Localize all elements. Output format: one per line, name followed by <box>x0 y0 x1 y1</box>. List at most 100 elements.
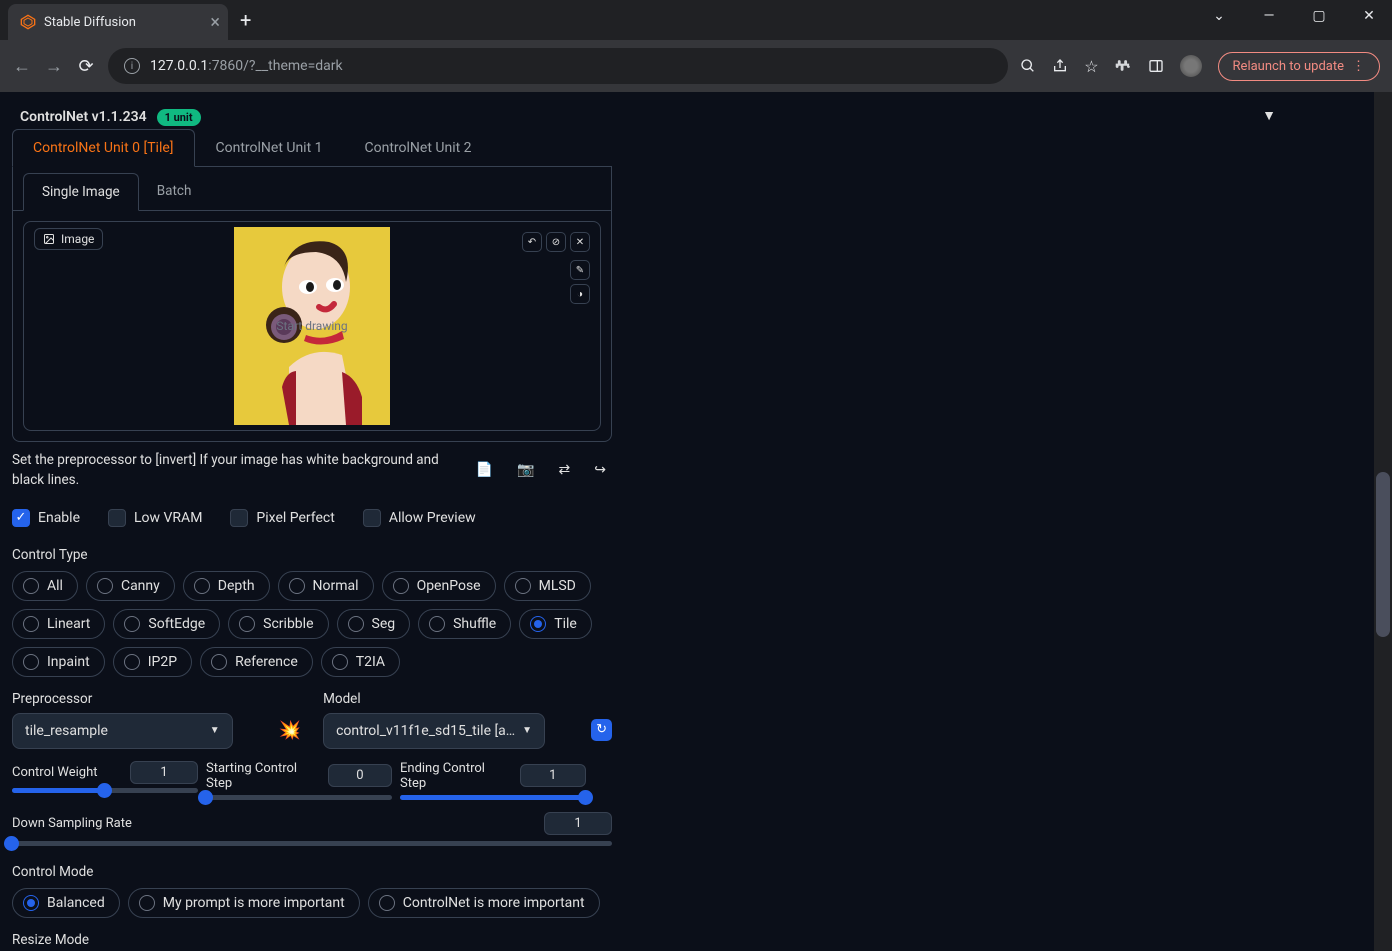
image-drop-area[interactable]: Image ↶ ⊘ ✕ ✎ ◑ <box>23 221 601 431</box>
new-tab-button[interactable]: + <box>240 8 251 32</box>
control-mode-option[interactable]: Balanced <box>12 888 120 918</box>
clear-icon[interactable]: ⊘ <box>546 232 566 252</box>
control-mode-option[interactable]: ControlNet is more important <box>368 888 600 918</box>
pixelperfect-checkbox[interactable]: Pixel Perfect <box>230 509 334 527</box>
edit-icon[interactable]: ✎ <box>570 260 590 280</box>
scrollbar-thumb[interactable] <box>1376 472 1390 637</box>
control-type-radios: All Canny Depth Normal OpenPose MLSD Lineart So… <box>12 571 612 677</box>
options-row: ✓Enable Low VRAM Pixel Perfect Allow Pre… <box>12 499 612 537</box>
reload-button[interactable]: ⟳ <box>76 56 96 77</box>
control-type-all[interactable]: All <box>12 571 78 601</box>
controlnet-panel-header[interactable]: ControlNet v1.1.234 1 unit ▼ <box>12 102 1284 129</box>
send-icon[interactable]: ↪ <box>594 462 606 478</box>
control-type-lineart[interactable]: Lineart <box>12 609 105 639</box>
extensions-icon[interactable] <box>1115 58 1132 75</box>
control-type-t2ia[interactable]: T2IA <box>321 647 400 677</box>
control-weight-value[interactable]: 1 <box>130 761 198 784</box>
preprocessor-dropdown[interactable]: tile_resample▼ <box>12 713 233 749</box>
control-type-openpose[interactable]: OpenPose <box>382 571 496 601</box>
radio-icon <box>530 616 546 632</box>
share-icon[interactable] <box>1052 58 1068 74</box>
radio-label: MLSD <box>539 578 576 594</box>
lowvram-checkbox[interactable]: Low VRAM <box>108 509 202 527</box>
refresh-models-button[interactable]: ↻ <box>591 719 612 741</box>
zoom-icon[interactable] <box>1020 58 1036 74</box>
relaunch-button[interactable]: Relaunch to update⋮ <box>1218 52 1380 81</box>
control-type-inpaint[interactable]: Inpaint <box>12 647 105 677</box>
control-type-ip2p[interactable]: IP2P <box>113 647 192 677</box>
close-window-icon[interactable]: ✕ <box>1354 8 1384 24</box>
control-type-mlsd[interactable]: MLSD <box>504 571 591 601</box>
bookmark-icon[interactable]: ☆ <box>1084 57 1098 76</box>
app-icon <box>20 14 36 30</box>
radio-label: All <box>47 578 63 594</box>
control-type-softedge[interactable]: SoftEdge <box>113 609 220 639</box>
radio-label: SoftEdge <box>148 616 205 632</box>
tab-single-image[interactable]: Single Image <box>23 173 139 211</box>
webcam-icon[interactable]: 📷 <box>517 462 534 478</box>
radio-label: Seg <box>372 616 396 632</box>
slider-track[interactable] <box>206 795 392 800</box>
start-step-value[interactable]: 0 <box>328 764 392 787</box>
site-info-icon[interactable]: i <box>124 58 140 74</box>
uploaded-image[interactable]: Start drawing <box>234 227 390 425</box>
control-weight-label: Control Weight <box>12 765 98 780</box>
tab-bar: Stable Diffusion × + ⌄ — ▢ ✕ <box>0 0 1392 40</box>
allowpreview-label: Allow Preview <box>389 510 476 526</box>
panel-title-wrap: ControlNet v1.1.234 1 unit <box>20 106 201 125</box>
model-dropdown[interactable]: control_v11f1e_sd15_tile [a371b31b]▼ <box>323 713 545 749</box>
tab-batch[interactable]: Batch <box>139 173 210 210</box>
radio-icon <box>97 578 113 594</box>
close-tab-icon[interactable]: × <box>210 12 220 33</box>
browser-tab[interactable]: Stable Diffusion × <box>8 4 228 40</box>
radio-icon <box>239 616 255 632</box>
control-type-tile[interactable]: Tile <box>519 609 592 639</box>
color-icon[interactable]: ◑ <box>570 284 590 304</box>
collapse-icon[interactable]: ▼ <box>1262 107 1276 124</box>
control-type-normal[interactable]: Normal <box>278 571 374 601</box>
end-step-value[interactable]: 1 <box>520 764 586 787</box>
radio-label: Shuffle <box>453 616 496 632</box>
side-panel-icon[interactable] <box>1148 58 1164 74</box>
scrollbar-track[interactable] <box>1374 92 1392 951</box>
maximize-icon[interactable]: ▢ <box>1304 8 1334 24</box>
radio-label: ControlNet is more important <box>403 895 585 911</box>
undo-icon[interactable]: ↶ <box>522 232 542 252</box>
url-bar[interactable]: i 127.0.0.1:7860/?__theme=dark <box>108 48 1008 84</box>
control-type-depth[interactable]: Depth <box>183 571 270 601</box>
radio-icon <box>289 578 305 594</box>
radio-icon <box>194 578 210 594</box>
radio-icon <box>393 578 409 594</box>
tab-unit-2[interactable]: ControlNet Unit 2 <box>344 129 493 166</box>
model-label: Model <box>323 691 545 707</box>
remove-image-icon[interactable]: ✕ <box>570 232 590 252</box>
downsample-value[interactable]: 1 <box>544 812 612 835</box>
forward-button[interactable]: → <box>44 56 64 77</box>
slider-track[interactable] <box>400 795 586 800</box>
back-button[interactable]: ← <box>12 56 32 77</box>
tab-unit-1[interactable]: ControlNet Unit 1 <box>195 129 344 166</box>
checkbox-icon <box>363 509 381 527</box>
profile-avatar[interactable] <box>1180 55 1202 77</box>
tab-unit-0[interactable]: ControlNet Unit 0 [Tile] <box>12 129 195 167</box>
control-type-reference[interactable]: Reference <box>200 647 313 677</box>
controlnet-panel: ControlNet Unit 0 [Tile] ControlNet Unit… <box>12 129 612 951</box>
control-type-seg[interactable]: Seg <box>337 609 411 639</box>
swap-icon[interactable]: ⇄ <box>559 462 571 478</box>
dropdown-tabs-icon[interactable]: ⌄ <box>1204 8 1234 24</box>
enable-checkbox[interactable]: ✓Enable <box>12 509 80 527</box>
radio-label: T2IA <box>356 654 385 670</box>
new-canvas-icon[interactable]: 📄 <box>476 462 493 478</box>
control-type-shuffle[interactable]: Shuffle <box>418 609 511 639</box>
control-type-scribble[interactable]: Scribble <box>228 609 328 639</box>
slider-track[interactable] <box>12 841 612 846</box>
run-preprocessor-icon[interactable]: 💥 <box>279 720 301 749</box>
control-mode-option[interactable]: My prompt is more important <box>128 888 360 918</box>
image-icon <box>43 233 55 245</box>
minimize-icon[interactable]: — <box>1254 8 1284 24</box>
radio-label: IP2P <box>148 654 177 670</box>
downsample-slider: Down Sampling Rate1 <box>12 800 612 846</box>
control-type-canny[interactable]: Canny <box>86 571 175 601</box>
allowpreview-checkbox[interactable]: Allow Preview <box>363 509 476 527</box>
slider-track[interactable] <box>12 788 198 793</box>
